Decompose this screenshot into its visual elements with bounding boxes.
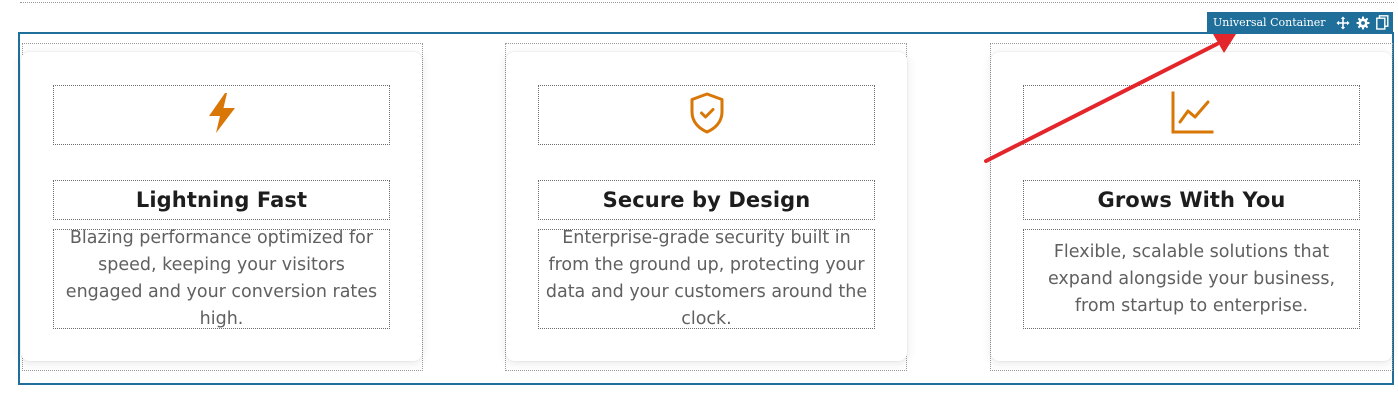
card-description: Flexible, scalable solutions that expand… — [1047, 241, 1336, 316]
card-description: Enterprise-grade security built in from … — [545, 228, 868, 329]
move-icon[interactable] — [1336, 16, 1350, 30]
card-title-slot: Grows With You — [1023, 180, 1360, 220]
card-description-slot: Flexible, scalable solutions that expand… — [1023, 229, 1360, 329]
card-description-slot: Enterprise-grade security built in from … — [538, 228, 875, 329]
card-icon-slot — [53, 85, 390, 145]
previous-section-boundary — [20, 0, 1394, 3]
trash-icon[interactable] — [1395, 16, 1398, 30]
card-title-slot: Lightning Fast — [53, 180, 390, 220]
toolbar-label: Universal Container — [1213, 16, 1326, 29]
card-title: Grows With You — [1097, 188, 1286, 212]
universal-container-toolbar: Universal Container — [1207, 12, 1398, 33]
card-icon-slot — [1023, 85, 1360, 145]
card-description-slot: Blazing performance optimized for speed,… — [53, 228, 390, 329]
shield-check-icon — [688, 91, 726, 139]
card-title: Secure by Design — [602, 188, 811, 212]
feature-card-growth[interactable]: Grows With You Flexible, scalable soluti… — [991, 52, 1392, 361]
card-description: Blazing performance optimized for speed,… — [65, 228, 378, 329]
gear-icon[interactable] — [1356, 16, 1370, 30]
card-title: Lightning Fast — [135, 188, 308, 212]
feature-card-security[interactable]: Secure by Design Enterprise-grade securi… — [506, 52, 907, 361]
card-title-slot: Secure by Design — [538, 180, 875, 220]
feature-card-lightning[interactable]: Lightning Fast Blazing performance optim… — [21, 52, 422, 361]
card-icon-slot — [538, 85, 875, 145]
line-chart-icon — [1170, 91, 1214, 139]
copy-icon[interactable] — [1375, 15, 1389, 30]
lightning-icon — [206, 92, 238, 138]
